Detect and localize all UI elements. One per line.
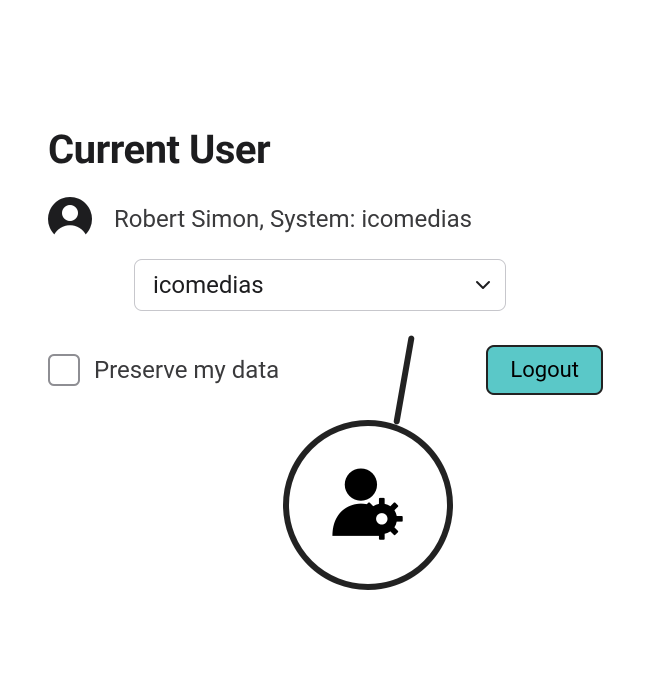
bottom-actions-row: Preserve my data Logout: [48, 345, 603, 395]
preserve-data-label: Preserve my data: [94, 356, 279, 384]
system-select[interactable]: icomedias: [134, 259, 506, 311]
callout-circle: [283, 420, 453, 590]
current-user-row: Robert Simon, System: icomedias: [48, 197, 622, 241]
avatar-icon: [48, 197, 92, 241]
callout-overlay: [283, 400, 473, 590]
user-gear-icon: [321, 458, 416, 553]
preserve-data-group[interactable]: Preserve my data: [48, 354, 279, 386]
system-select-row: icomedias: [134, 259, 622, 311]
preserve-data-checkbox[interactable]: [48, 354, 80, 386]
logout-button[interactable]: Logout: [486, 345, 603, 395]
page-title: Current User: [48, 126, 622, 173]
user-display-name: Robert Simon, System: icomedias: [114, 205, 472, 233]
